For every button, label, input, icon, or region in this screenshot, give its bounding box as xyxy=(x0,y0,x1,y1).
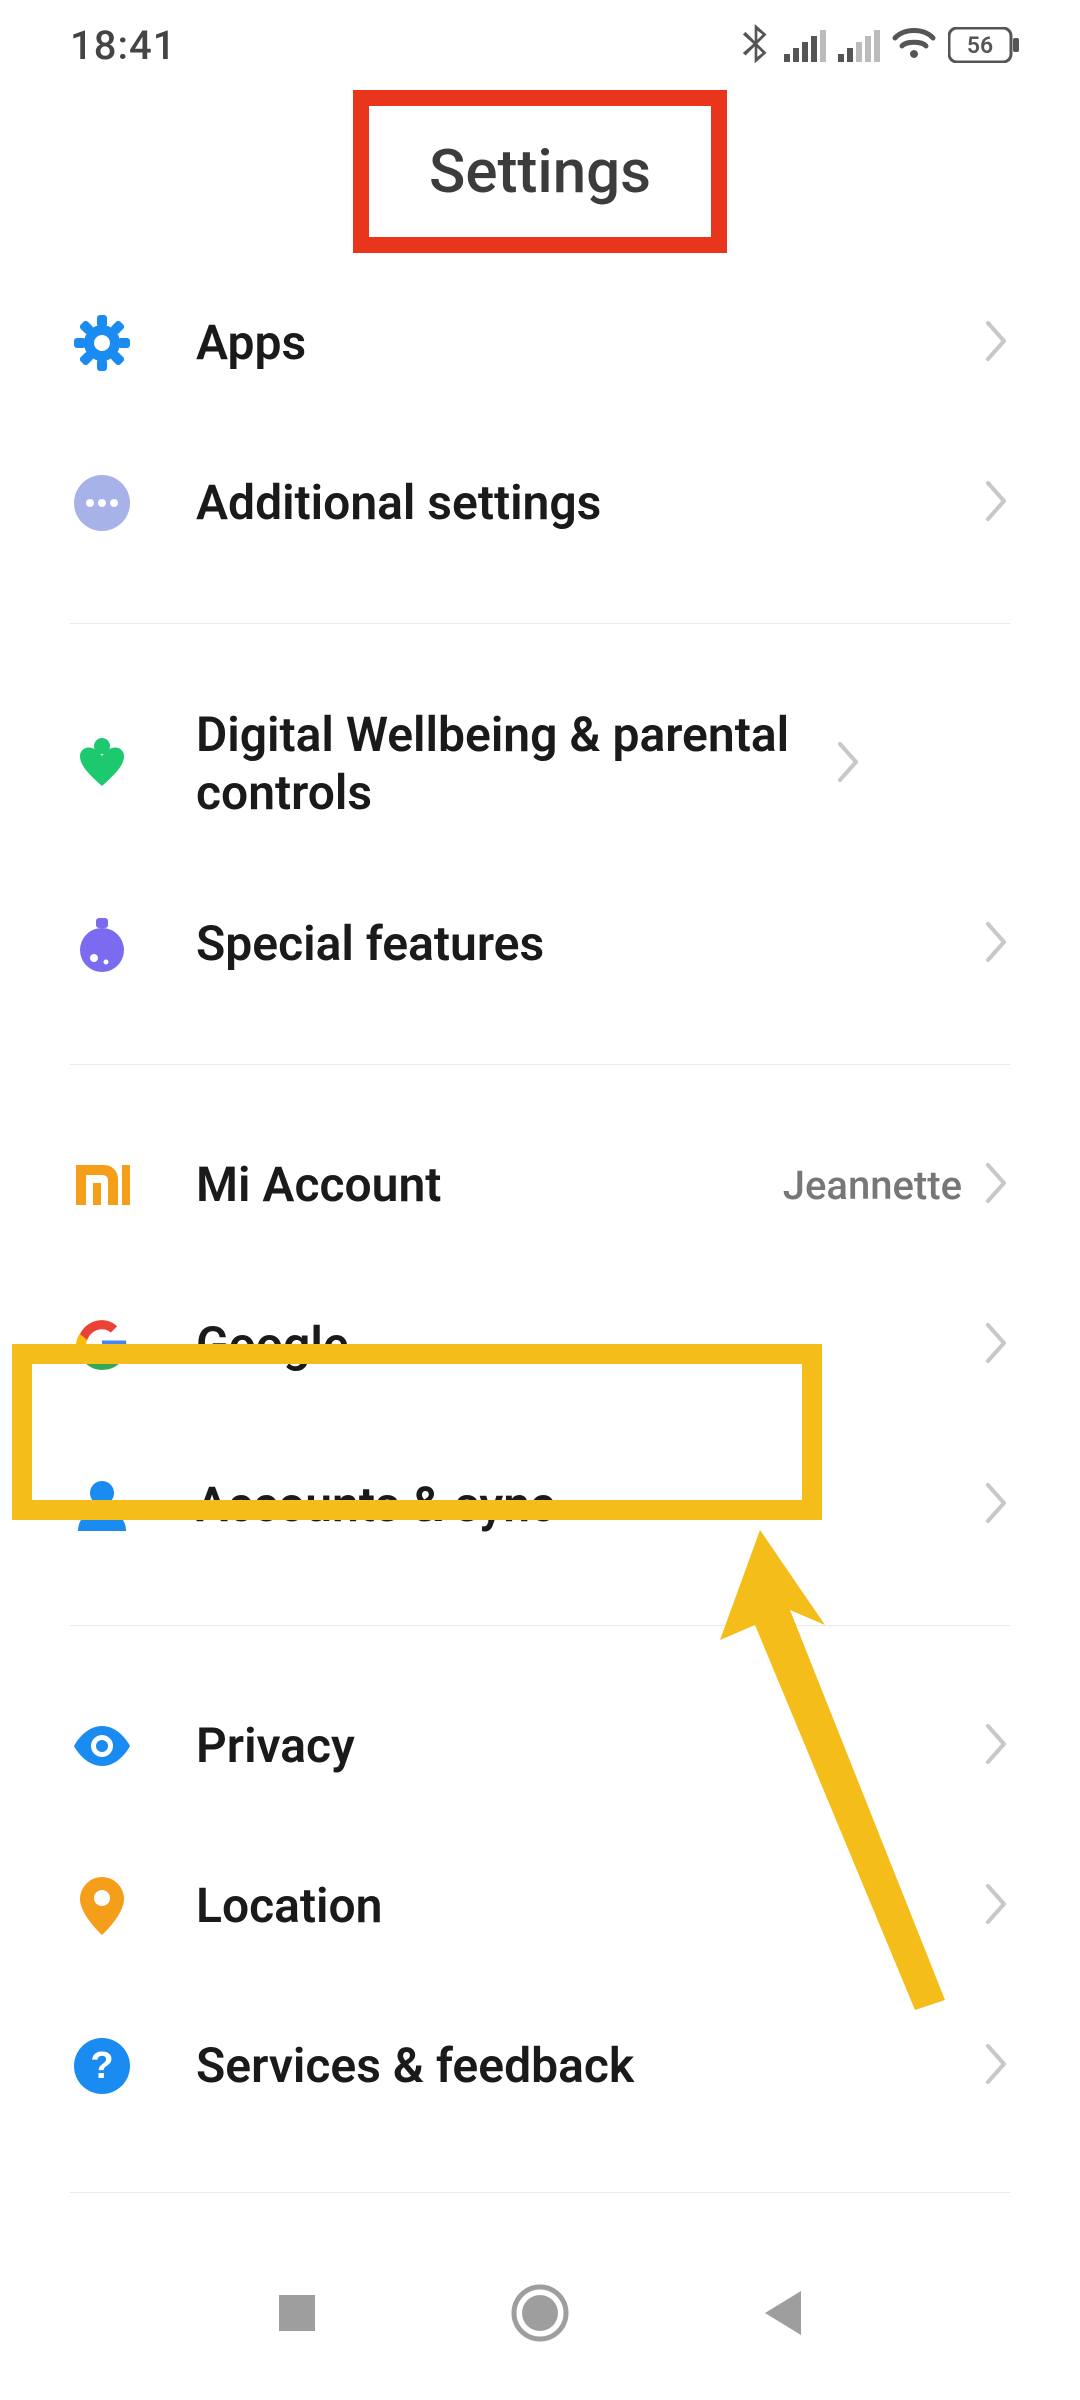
row-label: Mi Account xyxy=(134,1156,783,1214)
section-divider xyxy=(70,2192,1010,2193)
signal-2-icon xyxy=(838,28,880,62)
chevron-right-icon xyxy=(982,2042,1010,2090)
row-label: Accounts & sync xyxy=(134,1476,982,1534)
settings-row-mi-account[interactable]: Mi Account Jeannette xyxy=(0,1105,1080,1265)
section-divider xyxy=(70,1625,1010,1626)
section-divider xyxy=(70,1064,1010,1065)
bluetooth-icon xyxy=(740,24,772,66)
pin-icon xyxy=(70,1874,134,1938)
chevron-right-icon xyxy=(982,1722,1010,1770)
system-nav-bar xyxy=(0,2265,1080,2365)
nav-back-button[interactable] xyxy=(761,2289,805,2341)
row-label: Location xyxy=(134,1877,982,1935)
settings-row-services[interactable]: ? Services & feedback xyxy=(0,1986,1080,2146)
chevron-right-icon xyxy=(982,1321,1010,1369)
chevron-right-icon xyxy=(834,740,862,788)
row-label: Apps xyxy=(134,314,982,372)
google-icon xyxy=(70,1313,134,1377)
row-label: Special features xyxy=(134,915,982,973)
chevron-right-icon xyxy=(982,1481,1010,1529)
settings-row-accounts-sync[interactable]: Accounts & sync xyxy=(0,1425,1080,1585)
person-icon xyxy=(70,1473,134,1537)
row-label: Additional settings xyxy=(134,474,982,532)
page-title-highlight-box: Settings xyxy=(353,90,727,253)
battery-level: 56 xyxy=(948,32,1012,59)
svg-text:?: ? xyxy=(90,2045,113,2087)
battery-icon: 56 xyxy=(948,27,1020,63)
row-label: Digital Wellbeing & parental controls xyxy=(134,706,834,821)
heart-person-icon xyxy=(70,732,134,796)
row-label: Privacy xyxy=(134,1717,982,1775)
gear-icon xyxy=(70,311,134,375)
chevron-right-icon xyxy=(982,1161,1010,1209)
chevron-right-icon xyxy=(982,479,1010,527)
row-value: Jeannette xyxy=(783,1162,982,1209)
page-title: Settings xyxy=(429,136,651,207)
nav-home-button[interactable] xyxy=(510,2283,570,2347)
chevron-right-icon xyxy=(982,920,1010,968)
settings-row-privacy[interactable]: Privacy xyxy=(0,1666,1080,1826)
settings-row-apps[interactable]: Apps xyxy=(0,263,1080,423)
eye-icon xyxy=(70,1714,134,1778)
status-bar: 18:41 xyxy=(0,0,1080,90)
status-time: 18:41 xyxy=(70,22,176,69)
settings-list: Apps Additional settings Digital xyxy=(0,253,1080,2193)
row-label: Services & feedback xyxy=(134,2037,982,2095)
settings-row-wellbeing[interactable]: Digital Wellbeing & parental controls xyxy=(0,664,1080,864)
chevron-right-icon xyxy=(982,319,1010,367)
section-divider xyxy=(70,623,1010,624)
help-icon: ? xyxy=(70,2034,134,2098)
status-icons: 56 xyxy=(740,24,1020,66)
row-label: Google xyxy=(134,1316,982,1374)
wifi-icon xyxy=(892,28,936,62)
settings-row-additional[interactable]: Additional settings xyxy=(0,423,1080,583)
mi-logo-icon xyxy=(70,1153,134,1217)
settings-row-special[interactable]: Special features xyxy=(0,864,1080,1024)
nav-recent-button[interactable] xyxy=(275,2291,319,2339)
chevron-right-icon xyxy=(982,1882,1010,1930)
flask-icon xyxy=(70,912,134,976)
ellipsis-icon xyxy=(70,471,134,535)
settings-row-google[interactable]: Google xyxy=(0,1265,1080,1425)
settings-row-location[interactable]: Location xyxy=(0,1826,1080,1986)
signal-1-icon xyxy=(784,28,826,62)
